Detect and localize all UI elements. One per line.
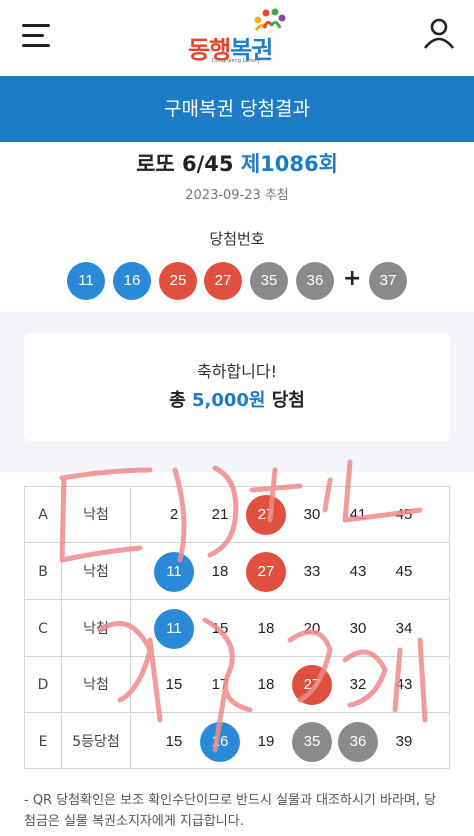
ticket-number: 19 xyxy=(257,733,275,750)
ticket-number-match: 27 xyxy=(292,665,332,705)
ticket-letter: A xyxy=(38,507,48,523)
ticket-number: 45 xyxy=(395,506,413,523)
winning-numbers: 11 16 25 27 35 36 + 37 xyxy=(0,262,474,302)
ticket-number: 20 xyxy=(303,620,321,637)
donghaeng-lottery-logo[interactable]: 동행복권 Donghaeng Lottery xyxy=(186,8,290,68)
winning-ball: 27 xyxy=(204,262,242,300)
ticket-status: 낙첨 xyxy=(83,621,109,637)
ticket-status: 낙첨 xyxy=(83,564,109,580)
total-prize: 총 5,000원 당첨 xyxy=(169,390,305,411)
ticket-number: 15 xyxy=(211,620,229,637)
ticket-number-match: 36 xyxy=(338,722,378,762)
ticket-number: 15 xyxy=(165,676,183,693)
ticket-status: 5등당첨 xyxy=(72,734,120,750)
winning-ball: 36 xyxy=(296,262,334,300)
ticket-number: 17 xyxy=(211,676,229,693)
congrats-text: 축하합니다! xyxy=(196,362,277,381)
page-title-banner: 구매복권 당첨결과 xyxy=(0,76,474,142)
ticket-row: E 5등당첨 15 16 19 35 36 39 xyxy=(25,714,449,770)
ticket-number-match: 27 xyxy=(246,552,286,592)
ticket-row: B 낙첨 11 18 27 33 43 45 xyxy=(25,544,449,600)
ticket-row: A 낙첨 2 21 27 30 41 45 xyxy=(25,487,449,543)
ticket-letter: E xyxy=(38,734,48,750)
ticket-number: 32 xyxy=(349,676,367,693)
ticket-table: A 낙첨 2 21 27 30 41 45 B 낙첨 11 18 27 33 4… xyxy=(24,486,450,770)
ticket-number: 41 xyxy=(349,506,367,523)
ticket-number: 34 xyxy=(395,620,413,637)
ticket-number: 2 xyxy=(169,506,179,523)
ticket-number: 45 xyxy=(395,563,413,580)
ticket-number: 43 xyxy=(349,563,367,580)
ticket-number-match: 27 xyxy=(246,495,286,535)
ticket-status: 낙첨 xyxy=(83,507,109,523)
winning-ball: 16 xyxy=(113,262,151,300)
ticket-number-match: 16 xyxy=(200,722,240,762)
winning-ball: 35 xyxy=(250,262,288,300)
ticket-letter: D xyxy=(37,677,49,693)
draw-title: 로또 6/45 제1086회 xyxy=(136,152,338,176)
ticket-number-match: 35 xyxy=(292,722,332,762)
ticket-row: D 낙첨 15 17 18 27 32 43 xyxy=(25,657,449,713)
ticket-row: C 낙첨 11 15 18 20 30 34 xyxy=(25,601,449,657)
winning-numbers-label: 당첨번호 xyxy=(209,230,265,248)
draw-date: 2023-09-23 추첨 xyxy=(185,188,289,203)
user-profile-icon[interactable] xyxy=(422,16,456,50)
ticket-number: 15 xyxy=(165,733,183,750)
ticket-letter: B xyxy=(38,564,48,580)
ticket-number: 43 xyxy=(395,676,413,693)
ticket-number: 18 xyxy=(257,676,275,693)
plus-sign: + xyxy=(343,266,362,291)
prize-amount: 5,000원 xyxy=(191,390,266,411)
hamburger-menu-icon[interactable] xyxy=(22,24,50,48)
ticket-number: 30 xyxy=(349,620,367,637)
notice-text: - QR 당첨확인은 보조 확인수단이므로 반드시 실물과 대조하시기 바라며,… xyxy=(24,793,437,829)
winning-ball: 11 xyxy=(67,262,105,300)
top-bar: 동행복권 Donghaeng Lottery xyxy=(0,0,474,76)
ticket-number: 30 xyxy=(303,506,321,523)
draw-round: 제1086회 xyxy=(240,152,338,176)
logo-subtitle: Donghaeng Lottery xyxy=(212,58,261,64)
ticket-number: 18 xyxy=(257,620,275,637)
ticket-letter: C xyxy=(38,621,48,637)
bonus-ball: 37 xyxy=(369,262,407,300)
winning-ball: 25 xyxy=(159,262,197,300)
ticket-number-match: 11 xyxy=(154,609,194,649)
ticket-number: 39 xyxy=(395,733,413,750)
ticket-number: 18 xyxy=(211,563,229,580)
ticket-number-match: 11 xyxy=(154,552,194,592)
ticket-number: 33 xyxy=(303,563,321,580)
ticket-number: 21 xyxy=(211,506,229,523)
ticket-status: 낙첨 xyxy=(83,677,109,693)
